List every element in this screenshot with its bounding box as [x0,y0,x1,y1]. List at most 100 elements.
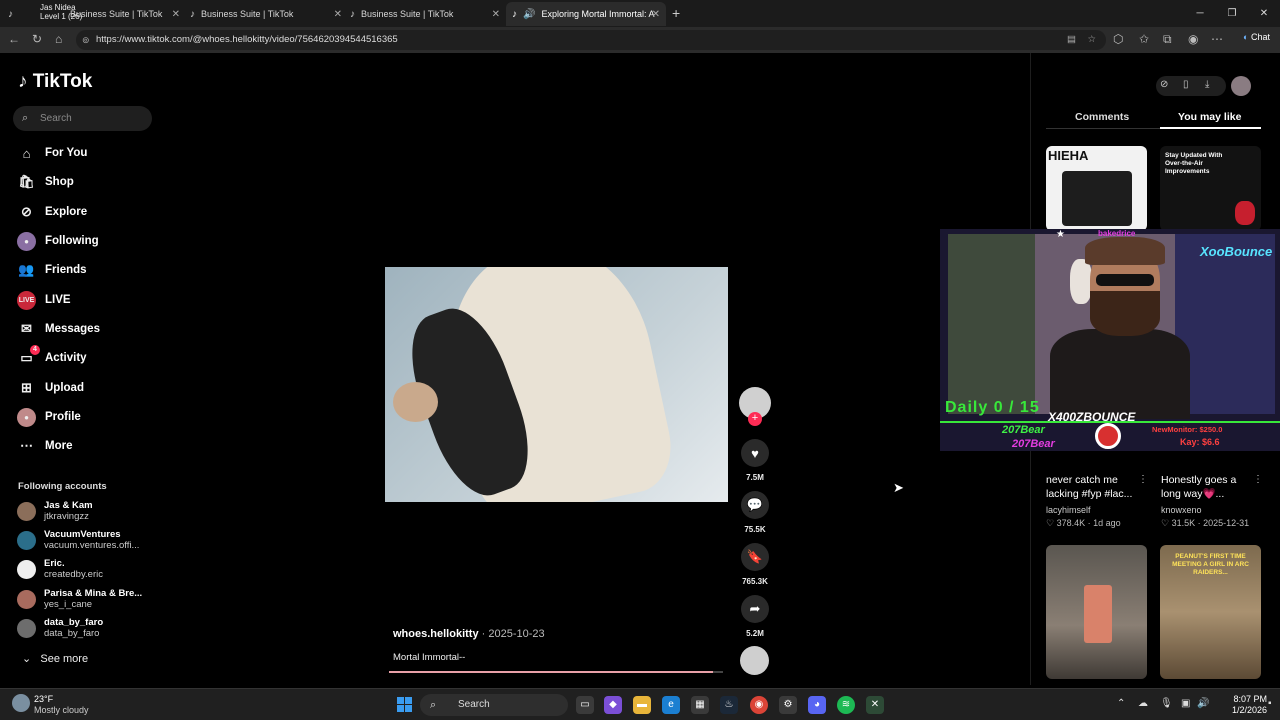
edge-browser-icon[interactable]: e [662,696,680,714]
see-more-button[interactable]: ⌄ See more [22,652,88,665]
refresh-icon[interactable]: ↻ [32,32,42,46]
store-icon[interactable]: ▦ [691,696,709,714]
settings-more-icon[interactable]: ⋯ [1211,32,1223,46]
like-button[interactable]: ♥ 7.5M [740,439,770,482]
thumbnail-brand-text: HIEHA [1048,148,1089,163]
windows-start-icon[interactable] [397,697,412,712]
nav-item-explore[interactable]: ⊘ Explore [17,202,87,222]
nav-label: Messages [45,323,100,335]
tab-comments[interactable]: Comments [1075,111,1129,123]
network-icon[interactable]: ▣ [1181,698,1190,709]
nav-item-more[interactable]: ⋯ More [17,436,72,456]
nav-item-upload[interactable]: ⊞ Upload [17,378,84,398]
more-options-icon[interactable]: ⋮ [1253,474,1263,485]
recommended-video-thumbnail[interactable] [1046,545,1147,679]
video-progress-bar[interactable] [389,671,723,673]
collections-icon[interactable]: ⧉ [1163,32,1172,47]
save-button[interactable]: 🔖 765.3K [740,543,770,586]
recommended-video-user[interactable]: lacyhimself [1046,505,1091,515]
weather-condition[interactable]: Mostly cloudy [34,705,89,715]
copilot-app-icon[interactable]: ◆ [604,696,622,714]
share-count: 5.2M [746,629,764,638]
download-icon[interactable]: ⤓ [1205,79,1209,90]
video-author[interactable]: whoes.hellokitty · 2025-10-23 [393,628,545,640]
upload-icon: ⊞ [21,380,32,395]
nav-item-messages[interactable]: ✉ Messages [17,319,100,339]
site-info-icon[interactable]: ⊚ [82,30,90,50]
reader-view-icon[interactable]: ▤ [1067,30,1076,50]
user-avatar[interactable] [1231,76,1251,96]
nav-item-friends[interactable]: 👥 Friends [17,260,87,280]
nav-item-for-you[interactable]: ⌂ For You [17,143,88,163]
nav-label: Friends [45,264,87,276]
close-tab-icon[interactable]: ✕ [492,9,500,20]
weather-temperature[interactable]: 23°F [34,694,53,704]
recommended-video-user[interactable]: knowxeno [1161,505,1202,515]
tiktok-logo[interactable]: ♪ TikTok [18,71,92,93]
browser-tab[interactable]: ♪ Jas Nidea Level 1 (26) Business Suite … [6,2,186,26]
xbox-app-icon[interactable]: ✕ [866,696,884,714]
discord-icon[interactable]: ◕ [808,696,826,714]
comment-button[interactable]: 💬 75.5K [740,491,770,534]
minimize-icon[interactable]: ─ [1184,0,1216,27]
follow-plus-icon[interactable]: + [748,412,762,426]
tab-you-may-like[interactable]: You may like [1178,111,1241,123]
address-bar[interactable]: ⊚ https://www.tiktok.com/@whoes.hellokit… [76,30,1106,50]
product-image [1235,201,1255,225]
nav-item-activity[interactable]: ▭ 4 Activity [17,344,87,368]
notification-bell-icon[interactable]: ▪ [1268,698,1272,709]
chrome-icon[interactable]: ◉ [750,696,768,714]
speaker-icon: 🔊 [523,8,536,20]
new-tab-icon[interactable]: + [672,5,680,21]
search-input[interactable]: ⌕ Search [13,106,152,131]
spotify-icon[interactable]: ≋ [837,696,855,714]
video-caption[interactable]: Mortal Immortal-- [393,652,465,663]
recommended-video-thumbnail[interactable]: HIEHA [1046,146,1147,231]
nav-item-shop[interactable]: 🛍 Shop [17,172,74,192]
back-icon[interactable]: ← [8,32,20,46]
headset-icon [1070,259,1092,304]
extensions-icon[interactable]: ⬡ [1113,32,1123,46]
share-button[interactable]: ➦ 5.2M [740,595,770,638]
avatar [17,619,36,638]
comment-icon: 💬 [741,491,769,519]
nav-item-live[interactable]: LIVE LIVE [17,290,71,310]
profile-avatar-icon[interactable]: ◉ [1188,32,1198,46]
task-view-icon[interactable]: ▭ [576,696,594,714]
recommended-video-thumbnail[interactable]: Stay Updated With Over-the-Air Improveme… [1160,146,1261,231]
recommended-video-thumbnail[interactable]: PEANUT'S FIRST TIME MEETING A GIRL IN AR… [1160,545,1261,679]
tiktok-favicon-icon: ♪ [350,8,355,20]
settings-gear-icon[interactable]: ⚙ [779,696,797,714]
weather-icon[interactable] [12,694,30,712]
taskbar-search[interactable]: ⌕ Search [420,694,568,716]
browser-tab-active[interactable]: ♪ 🔊 Exploring Mortal Immortal: A ✕ [506,2,666,26]
close-tab-icon[interactable]: ✕ [652,9,660,20]
video-player[interactable] [385,267,728,502]
restore-icon[interactable]: ❐ [1216,0,1248,27]
recommended-video-title[interactable]: Honestly goes a long way💗... [1161,473,1249,501]
copilot-chat-button[interactable]: ◐ Chat [1243,32,1270,42]
compass-icon[interactable]: ⊘ [1160,79,1168,90]
nav-label: Activity [45,352,87,364]
favorites-icon[interactable]: ✩ [1139,32,1149,46]
browser-tab[interactable]: ♪ Business Suite | TikTok ✕ [190,2,348,26]
file-explorer-icon[interactable]: ▬ [633,696,651,714]
browser-tab[interactable]: ♪ Business Suite | TikTok ✕ [350,2,506,26]
steam-icon[interactable]: ♨ [720,696,738,714]
nav-item-profile[interactable]: ● Profile [17,407,81,427]
favorite-star-icon[interactable]: ☆ [1087,30,1096,50]
chevron-up-icon[interactable]: ⌃ [1117,698,1125,709]
home-icon[interactable]: ⌂ [55,32,62,46]
nav-item-following[interactable]: ● Following [17,231,99,251]
close-tab-icon[interactable]: ✕ [172,9,180,20]
volume-icon[interactable]: 🔊 [1197,698,1209,709]
onedrive-icon[interactable]: ☁ [1138,698,1148,709]
system-clock[interactable]: 8:07 PM 1/2/2026 [1221,694,1267,716]
close-tab-icon[interactable]: ✕ [334,9,342,20]
microphone-icon[interactable]: 🎙 [1160,698,1173,709]
device-icon[interactable]: ▯ [1183,79,1189,90]
more-options-icon[interactable]: ⋮ [1138,474,1148,485]
music-disc-icon[interactable] [740,646,769,675]
close-window-icon[interactable]: ✕ [1248,0,1280,27]
recommended-video-title[interactable]: never catch me lacking #fyp #lac... [1046,473,1134,501]
